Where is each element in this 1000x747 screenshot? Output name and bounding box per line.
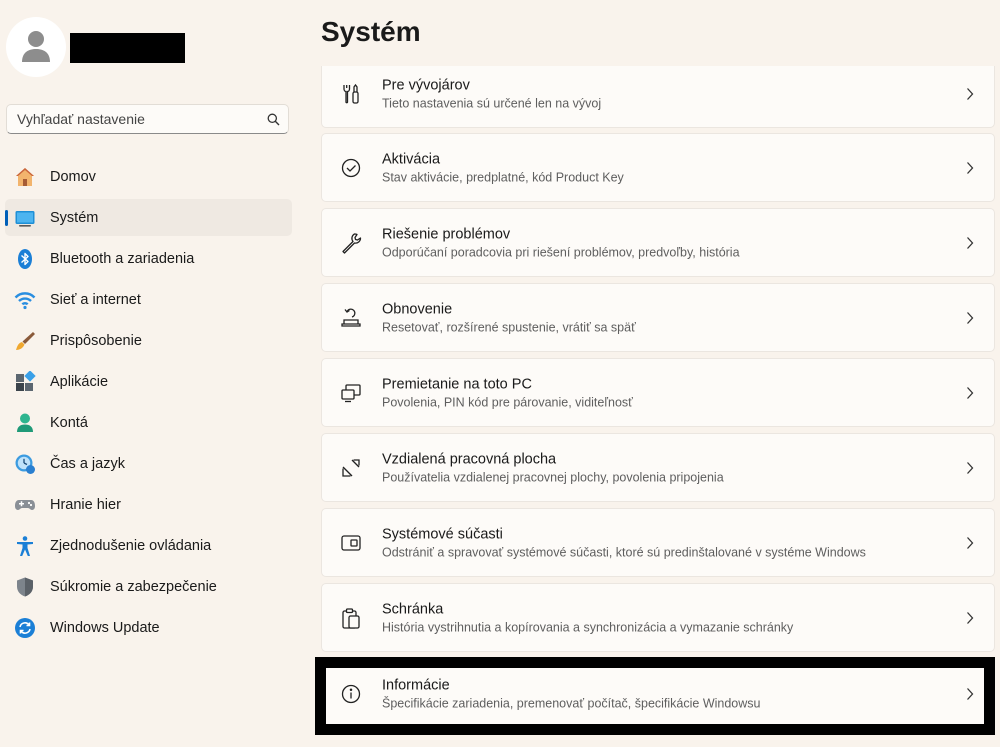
- card-activation[interactable]: Aktivácia Stav aktivácie, predplatné, kó…: [321, 133, 995, 202]
- sidebar-nav: Domov Systém Bluetooth a zariadenia Sieť…: [5, 158, 292, 650]
- sidebar-item-apps[interactable]: Aplikácie: [5, 363, 292, 400]
- sidebar-item-network[interactable]: Sieť a internet: [5, 281, 292, 318]
- wifi-icon: [14, 289, 36, 311]
- card-title: Informácie: [382, 677, 450, 693]
- card-troubleshoot[interactable]: Riešenie problémov Odporúčaní poradcovia…: [321, 208, 995, 277]
- paintbrush-icon: [14, 330, 36, 352]
- card-title: Aktivácia: [382, 151, 441, 167]
- chevron-right-icon: [964, 236, 976, 250]
- sidebar-item-label: Prispôsobenie: [50, 332, 142, 349]
- sidebar-item-label: Domov: [50, 168, 96, 185]
- chevron-right-icon: [964, 461, 976, 475]
- account-icon: [14, 412, 36, 434]
- sidebar-item-label: Zjednodušenie ovládania: [50, 537, 212, 554]
- chevron-right-icon: [964, 311, 976, 325]
- card-subtitle: História vystrihnutia a kopírovania a sy…: [382, 620, 794, 634]
- card-recovery[interactable]: Obnovenie Resetovať, rozšírené spustenie…: [321, 283, 995, 352]
- sidebar-item-system[interactable]: Systém: [5, 199, 292, 236]
- card-title: Vzdialená pracovná plocha: [382, 451, 557, 467]
- card-title: Riešenie problémov: [382, 226, 511, 242]
- card-subtitle: Resetovať, rozšírené spustenie, vrátiť s…: [382, 320, 636, 334]
- sidebar-item-privacy[interactable]: Súkromie a zabezpečenie: [5, 568, 292, 605]
- card-about[interactable]: Informácie Špecifikácie zariadenia, prem…: [321, 659, 995, 728]
- bluetooth-icon: [14, 248, 36, 270]
- card-title: Pre vývojárov: [382, 77, 470, 93]
- chevron-right-icon: [964, 161, 976, 175]
- sidebar-item-personalization[interactable]: Prispôsobenie: [5, 322, 292, 359]
- accessibility-icon: [14, 535, 36, 557]
- sidebar-item-label: Sieť a internet: [50, 291, 141, 308]
- windows-update-icon: [14, 617, 36, 639]
- redacted-user-name: [70, 33, 185, 63]
- system-display-icon: [14, 207, 36, 229]
- sidebar-item-windows-update[interactable]: Windows Update: [5, 609, 292, 646]
- chevron-right-icon: [964, 87, 976, 101]
- projection-icon: [340, 382, 362, 404]
- shield-icon: [14, 576, 36, 598]
- sidebar-item-label: Windows Update: [50, 619, 160, 636]
- card-subtitle: Povolenia, PIN kód pre párovanie, vidite…: [382, 395, 633, 409]
- home-icon: [14, 166, 36, 188]
- card-projection[interactable]: Premietanie na toto PC Povolenia, PIN kó…: [321, 358, 995, 427]
- clipboard-icon: [340, 607, 362, 629]
- apps-icon: [14, 370, 36, 393]
- card-subtitle: Odstrániť a spravovať systémové súčasti,…: [382, 545, 866, 559]
- sidebar-item-label: Aplikácie: [50, 373, 109, 390]
- info-icon: [340, 683, 362, 705]
- chevron-right-icon: [964, 536, 976, 550]
- sidebar-item-label: Bluetooth a zariadenia: [50, 250, 195, 267]
- wrench-icon: [340, 232, 362, 254]
- remote-desktop-icon: [340, 457, 362, 479]
- sidebar-item-home[interactable]: Domov: [5, 158, 292, 195]
- sidebar-item-time-language[interactable]: Čas a jazyk: [5, 445, 292, 482]
- chevron-right-icon: [964, 386, 976, 400]
- person-icon: [22, 31, 50, 62]
- card-subtitle: Špecifikácie zariadenia, premenovať počí…: [382, 696, 761, 710]
- search-icon[interactable]: [258, 113, 288, 126]
- sidebar: Domov Systém Bluetooth a zariadenia Sieť…: [0, 0, 300, 747]
- system-components-icon: [340, 532, 362, 554]
- gamepad-icon: [14, 494, 36, 516]
- settings-list: Pre vývojárov Tieto nastavenia sú určené…: [321, 66, 995, 747]
- card-subtitle: Odporúčaní poradcovia pri riešení problé…: [382, 245, 740, 259]
- card-subtitle: Tieto nastavenia sú určené len na vývoj: [382, 96, 602, 110]
- sidebar-item-label: Hranie hier: [50, 496, 121, 513]
- card-title: Premietanie na toto PC: [382, 376, 532, 392]
- card-clipboard[interactable]: Schránka História vystrihnutia a kopírov…: [321, 583, 995, 652]
- sidebar-item-label: Súkromie a zabezpečenie: [50, 578, 217, 595]
- card-title: Obnovenie: [382, 301, 453, 317]
- sidebar-item-accounts[interactable]: Kontá: [5, 404, 292, 441]
- card-developers[interactable]: Pre vývojárov Tieto nastavenia sú určené…: [321, 66, 995, 128]
- sidebar-item-label: Systém: [50, 209, 99, 226]
- card-remote-desktop[interactable]: Vzdialená pracovná plocha Používatelia v…: [321, 433, 995, 502]
- search-box[interactable]: [6, 104, 289, 134]
- sidebar-item-accessibility[interactable]: Zjednodušenie ovládania: [5, 527, 292, 564]
- chevron-right-icon: [964, 687, 976, 701]
- search-input[interactable]: [7, 105, 258, 133]
- developer-tools-icon: [340, 83, 362, 105]
- card-subtitle: Používatelia vzdialenej pracovnej plochy…: [382, 470, 724, 484]
- sidebar-item-label: Čas a jazyk: [50, 455, 125, 472]
- card-title: Schránka: [382, 601, 444, 617]
- sidebar-item-gaming[interactable]: Hranie hier: [5, 486, 292, 523]
- card-title: Systémové súčasti: [382, 526, 503, 542]
- sidebar-item-label: Kontá: [50, 414, 88, 431]
- chevron-right-icon: [964, 611, 976, 625]
- time-language-icon: [14, 453, 36, 475]
- recovery-icon: [340, 307, 362, 329]
- avatar[interactable]: [6, 17, 66, 77]
- check-circle-icon: [340, 157, 362, 179]
- card-subtitle: Stav aktivácie, predplatné, kód Product …: [382, 170, 624, 184]
- sidebar-item-bluetooth[interactable]: Bluetooth a zariadenia: [5, 240, 292, 277]
- page-title: Systém: [321, 16, 421, 47]
- card-system-components[interactable]: Systémové súčasti Odstrániť a spravovať …: [321, 508, 995, 577]
